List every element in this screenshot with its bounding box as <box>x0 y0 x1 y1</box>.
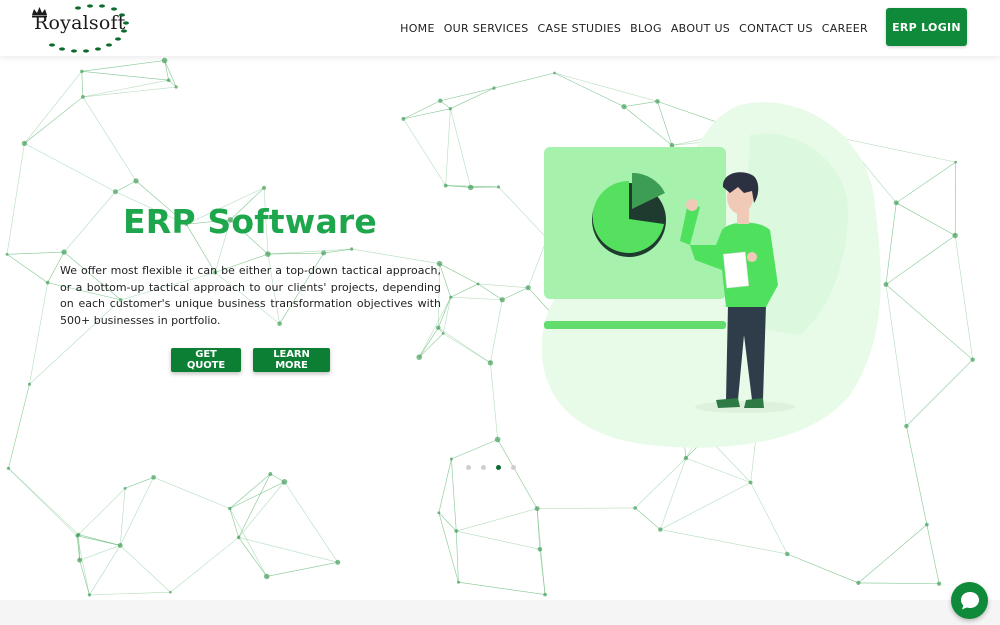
slider-dot[interactable] <box>511 465 516 470</box>
main-nav: HOME OUR SERVICES CASE STUDIES BLOG ABOU… <box>391 0 868 56</box>
nav-case-studies[interactable]: CASE STUDIES <box>538 22 622 35</box>
brand-name: Royalsoft <box>34 12 126 34</box>
nav-home[interactable]: HOME <box>400 22 435 35</box>
slider-dots <box>466 465 516 470</box>
hero-title: ERP Software <box>122 202 377 242</box>
get-quote-button[interactable]: GET QUOTE <box>171 348 241 372</box>
hero-description: We offer most flexible it can be either … <box>60 264 441 327</box>
nav-our-services[interactable]: OUR SERVICES <box>444 22 529 35</box>
nav-about-us[interactable]: ABOUT US <box>671 22 730 35</box>
slider-dot[interactable] <box>466 465 471 470</box>
site-header: Royalsoft HOME OUR SERVICES CASE STUDIES… <box>0 0 1000 56</box>
presenter-pie-chart-illustration <box>541 102 881 448</box>
slider-dot-active[interactable] <box>496 465 501 470</box>
nav-contact-us[interactable]: CONTACT US <box>739 22 813 35</box>
nav-blog[interactable]: BLOG <box>630 22 662 35</box>
chat-bubble-icon <box>960 591 979 609</box>
chat-widget-button[interactable] <box>951 582 988 619</box>
nav-career[interactable]: CAREER <box>822 22 868 35</box>
next-section-edge <box>0 600 1000 625</box>
learn-more-button[interactable]: LEARN MORE <box>253 348 330 372</box>
erp-login-button[interactable]: ERP LOGIN <box>886 8 967 46</box>
slider-dot[interactable] <box>481 465 486 470</box>
